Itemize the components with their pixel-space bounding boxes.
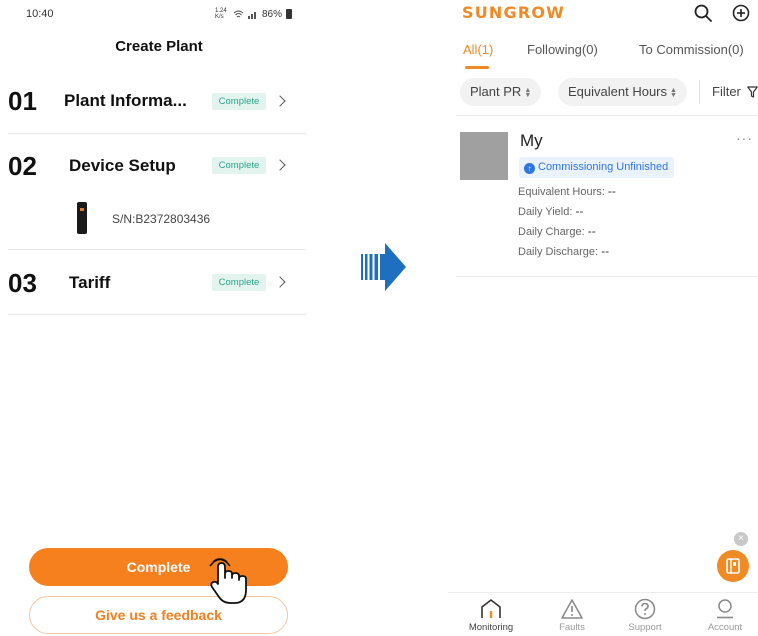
nav-account[interactable]: Account [695, 598, 755, 633]
page-title: Create Plant [115, 38, 203, 55]
divider [699, 80, 700, 104]
network-speed: 1.24 K/s [214, 8, 227, 20]
active-tab-indicator [465, 66, 489, 69]
metric-daily-discharge: Daily Discharge: -- [518, 244, 609, 258]
funnel-icon [746, 86, 758, 98]
add-plant-icon[interactable] [731, 3, 751, 23]
battery-percentage: 86% [261, 8, 282, 20]
create-plant-screen: 10:40 1.24 K/s 86% Create Plant 01 Plant… [0, 0, 318, 636]
info-icon: ↑ [524, 163, 535, 174]
status-badge: Complete [212, 274, 266, 291]
metric-label: Daily Discharge: [518, 246, 599, 258]
metric-equivalent-hours: Equivalent Hours: -- [518, 184, 616, 198]
divider [8, 133, 306, 134]
device-serial-number: S/N:B2372803436 [112, 212, 211, 226]
status-bar: 10:40 1.24 K/s 86% [26, 8, 292, 22]
metric-label: Equivalent Hours: [518, 186, 605, 198]
metric-value: -- [587, 224, 596, 238]
metric-value: -- [601, 244, 610, 258]
nav-monitoring[interactable]: Monitoring [461, 598, 521, 633]
search-icon[interactable] [693, 3, 713, 23]
chevron-right-icon [274, 276, 286, 288]
tap-hand-icon [209, 558, 247, 604]
metric-daily-charge: Daily Charge: -- [518, 224, 596, 238]
sort-plant-pr-button[interactable]: Plant PR ▲ ▼ [460, 78, 542, 106]
divider [456, 276, 758, 277]
status-badge: Complete [212, 157, 266, 174]
tab-following[interactable]: Following(0) [527, 42, 598, 57]
plant-list-screen: SUNGROW All(1) Following(0) To Commissio… [448, 0, 758, 636]
battery-icon [286, 9, 292, 19]
status-indicators: 1.24 K/s 86% [215, 8, 292, 20]
arrow-right-icon [361, 243, 406, 291]
warning-icon [561, 599, 583, 619]
commissioning-status-badge: ↑ Commissioning Unfinished [519, 157, 675, 178]
wifi-icon [233, 10, 244, 17]
status-text: Commissioning Unfinished [538, 161, 669, 173]
chevron-right-icon [274, 159, 286, 171]
status-badge: Complete [212, 93, 266, 110]
step-title: Tariff [69, 273, 111, 292]
step-number: 02 [8, 151, 37, 181]
user-icon [717, 599, 733, 619]
divider [8, 314, 306, 315]
more-options-icon[interactable]: ··· [736, 130, 753, 146]
metric-value: -- [607, 184, 616, 198]
plant-name: My [520, 131, 543, 150]
help-icon [634, 598, 656, 620]
filter-button[interactable]: Filter [712, 84, 758, 99]
sort-arrows-icon: ▲ ▼ [524, 86, 532, 99]
metric-value: -- [575, 204, 584, 218]
sort-label: Plant PR [470, 84, 522, 99]
nav-label: Faults [559, 622, 585, 633]
tab-to-commission[interactable]: To Commission(0) [639, 42, 744, 57]
step-title: Plant Informa... [64, 91, 187, 110]
book-icon [726, 558, 740, 574]
sungrow-logo: SUNGROW [462, 3, 566, 22]
status-time: 10:40 [26, 8, 54, 20]
divider [448, 592, 758, 593]
floating-action-button[interactable] [717, 550, 749, 582]
nav-label: Monitoring [468, 622, 514, 633]
divider [8, 249, 306, 250]
home-icon [481, 599, 501, 618]
metric-daily-yield: Daily Yield: -- [518, 204, 583, 218]
step-number: 03 [8, 268, 37, 298]
metric-label: Daily Yield: [518, 206, 573, 218]
tab-all[interactable]: All(1) [463, 42, 493, 57]
inverter-device-icon [77, 202, 87, 234]
plant-thumbnail [460, 132, 508, 180]
metric-label: Daily Charge: [518, 226, 585, 238]
filter-label: Filter [712, 84, 741, 99]
nav-faults[interactable]: Faults [542, 598, 602, 633]
sort-arrows-icon: ▲ ▼ [670, 86, 677, 99]
sort-equivalent-hours-button[interactable]: Equivalent Hours ▲ ▼ [558, 78, 687, 106]
step-number: 01 [8, 86, 37, 116]
nav-support[interactable]: Support [615, 598, 675, 633]
close-icon[interactable]: × [734, 532, 748, 546]
divider [456, 115, 758, 116]
nav-label: Account [707, 622, 743, 633]
sort-label: Equivalent Hours [568, 84, 667, 99]
nav-label: Support [628, 622, 662, 633]
step-title: Device Setup [69, 156, 176, 175]
chevron-right-icon [274, 95, 286, 107]
signal-icon [247, 11, 256, 19]
